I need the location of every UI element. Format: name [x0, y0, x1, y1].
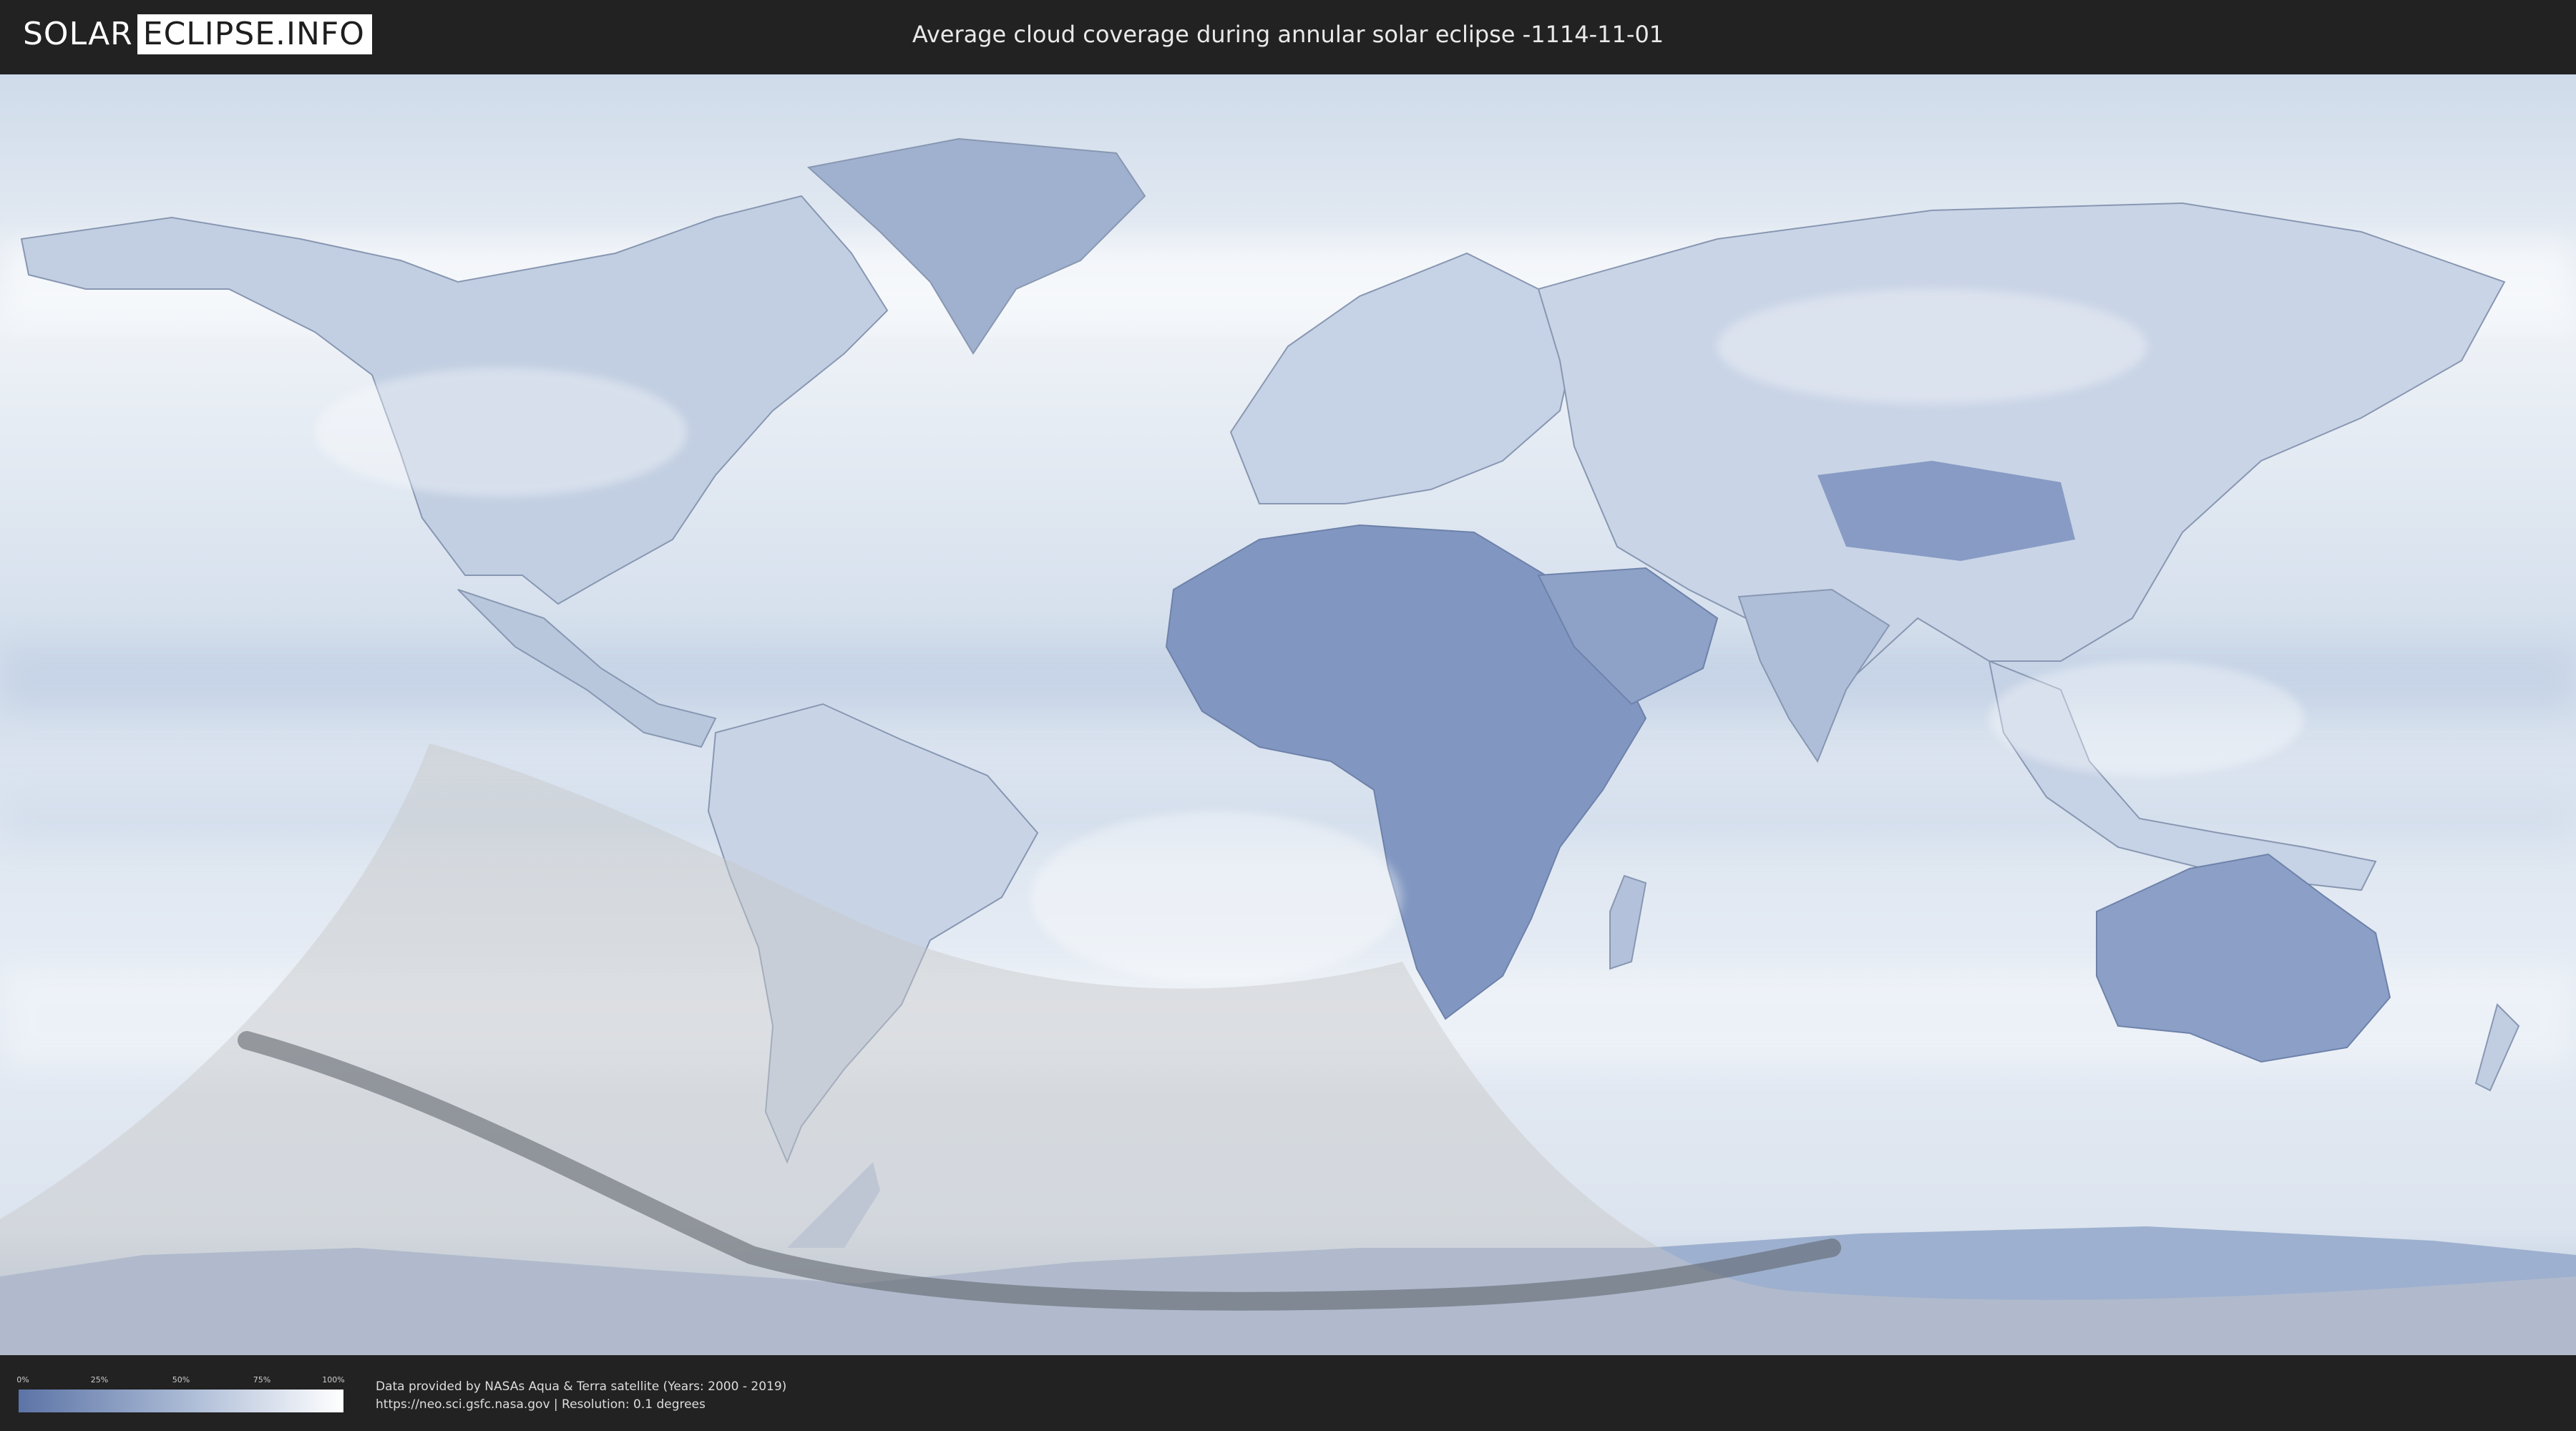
cloud-coverage-legend: 0% 25% 50% 75% 100%: [16, 1375, 345, 1414]
legend-color-bar: [19, 1390, 343, 1412]
legend-tick-0: 0%: [16, 1375, 29, 1384]
page-title: Average cloud coverage during annular so…: [912, 21, 1664, 48]
cloud-coverage-map: [0, 74, 2576, 1355]
credits-line-source: Data provided by NASAs Aqua & Terra sate…: [376, 1379, 787, 1394]
map-canvas: [0, 74, 2576, 1355]
legend-tick-75: 75%: [253, 1375, 271, 1384]
legend-tick-25: 25%: [90, 1375, 109, 1384]
legend-tick-100: 100%: [322, 1375, 345, 1384]
legend-tick-50: 50%: [172, 1375, 190, 1384]
data-credits: Data provided by NASAs Aqua & Terra sate…: [376, 1378, 786, 1414]
credits-line-url[interactable]: https://neo.sci.gsfc.nasa.gov | Resoluti…: [376, 1396, 786, 1414]
